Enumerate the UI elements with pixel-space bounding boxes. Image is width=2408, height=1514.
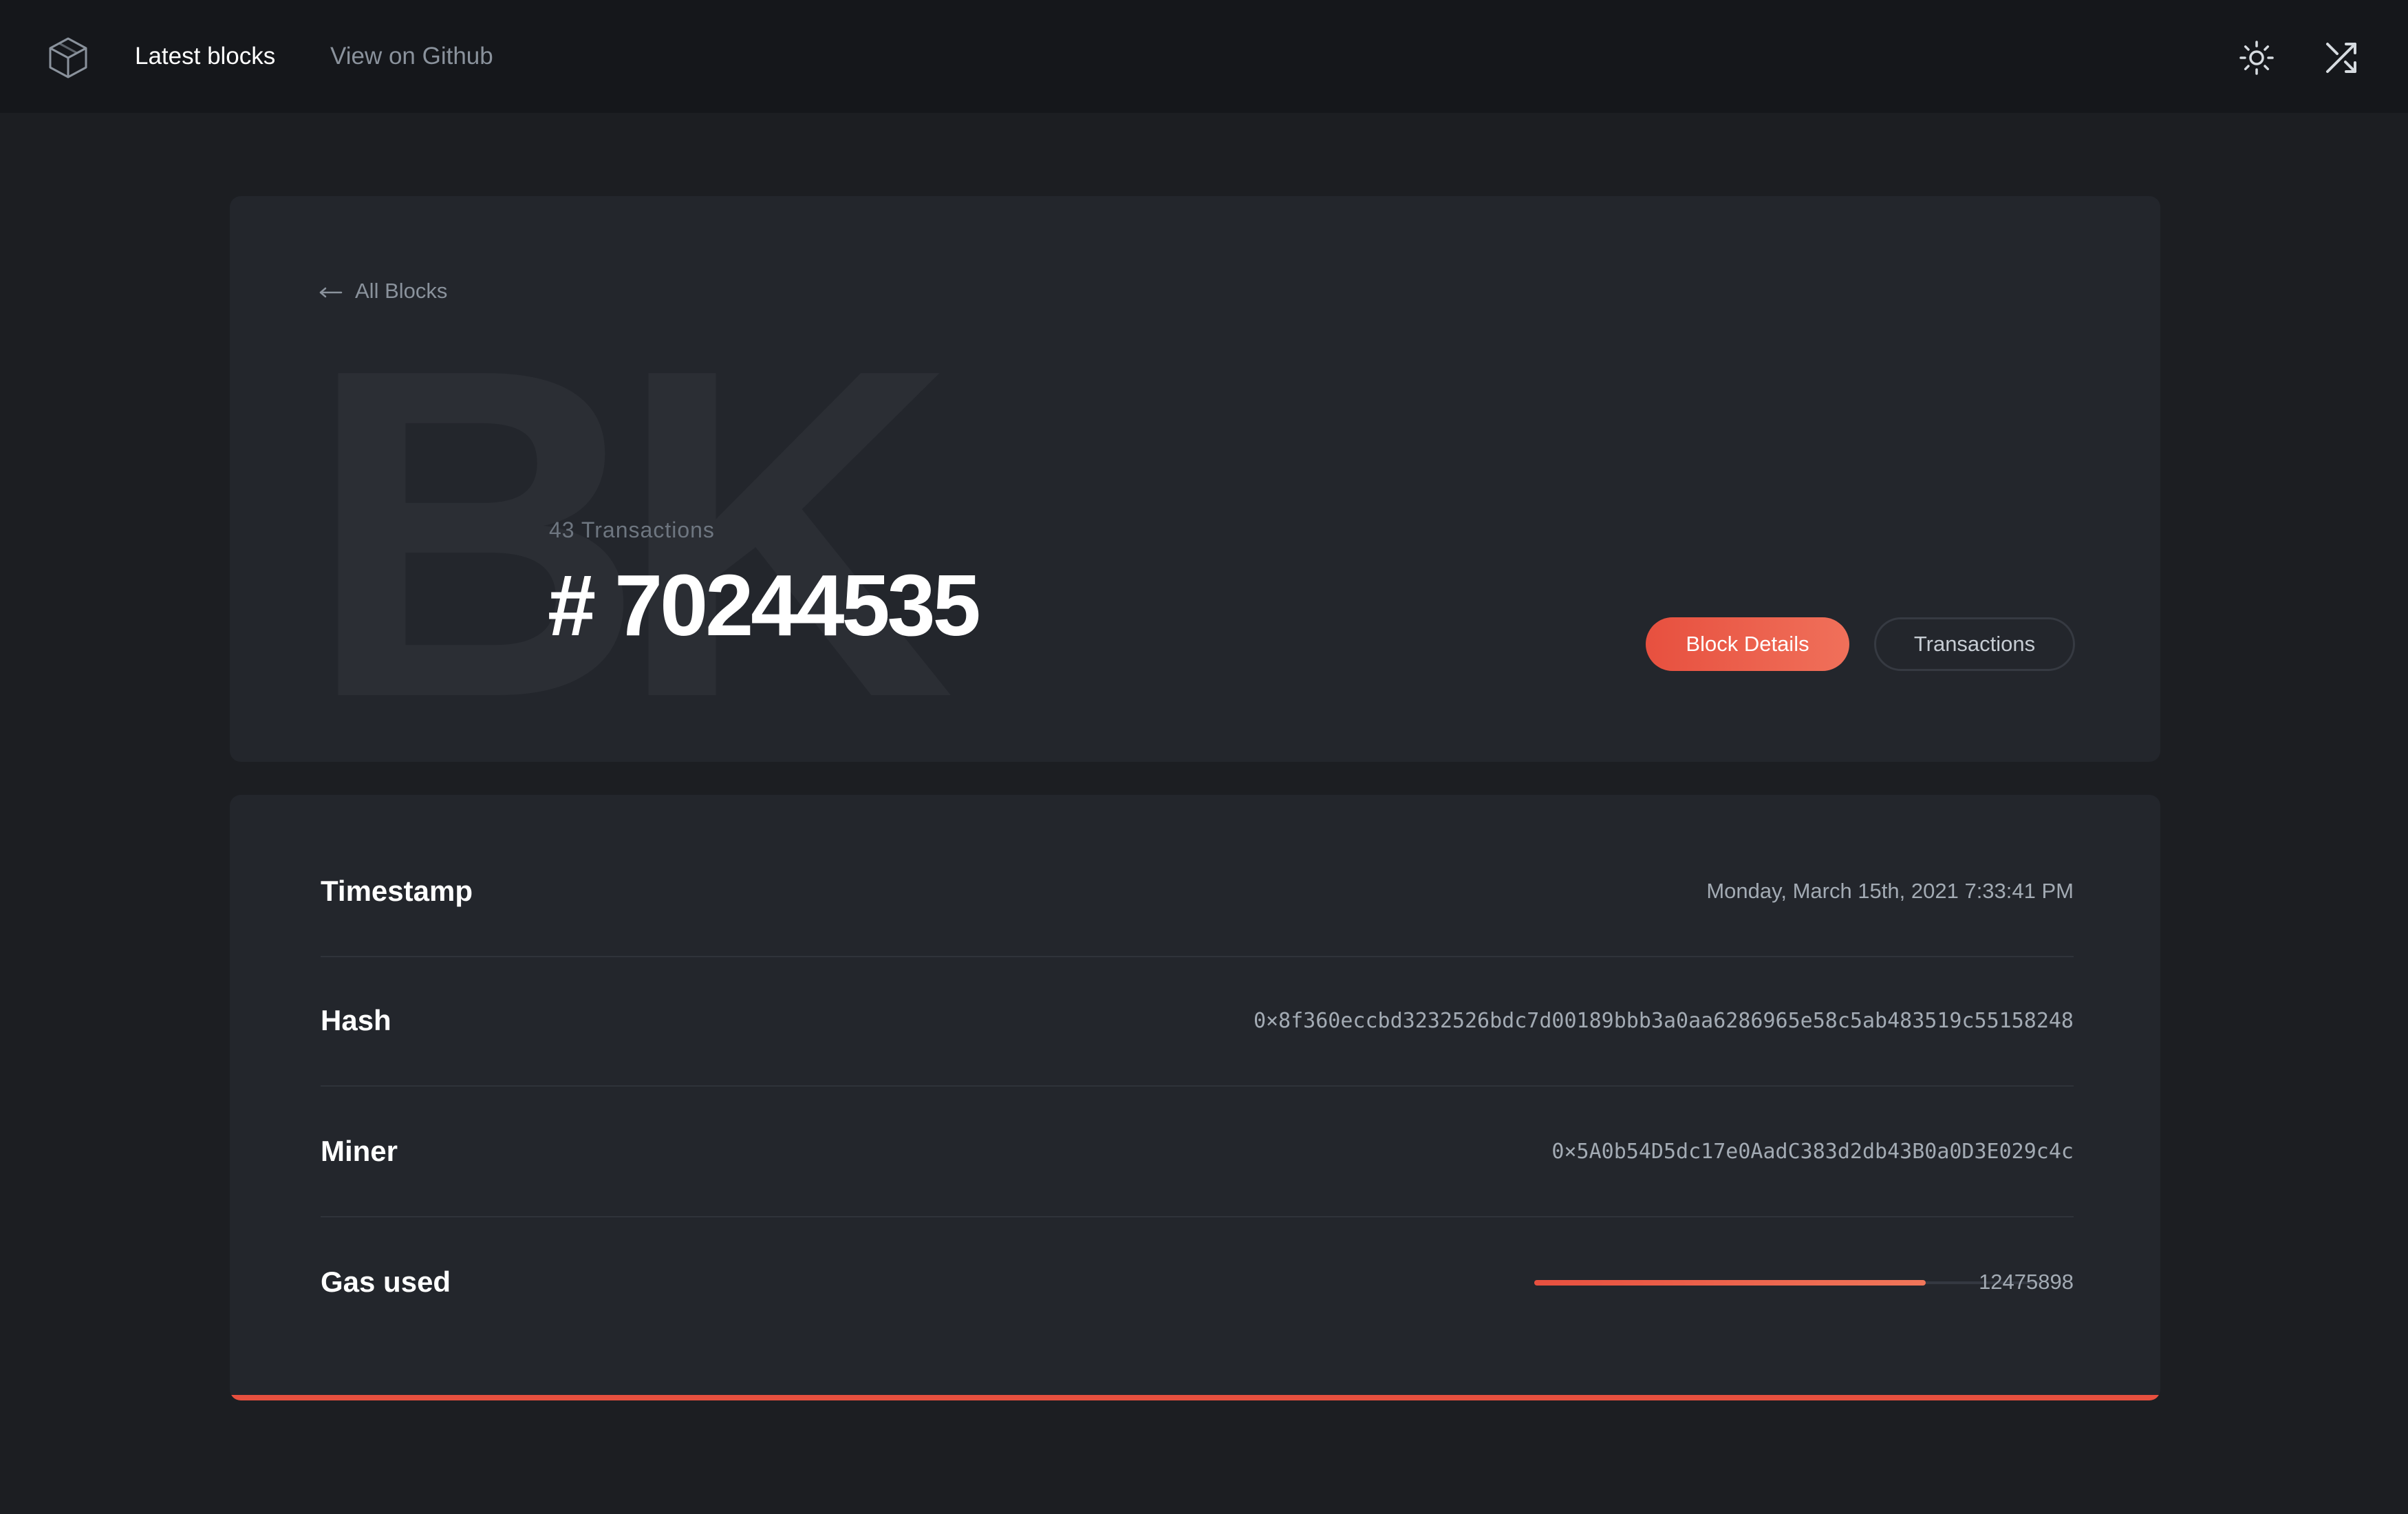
hash-value: 0×8f360eccbd3232526bdc7d00189bbb3a0aa628… [1253,1008,2074,1033]
timestamp-row: Timestamp Monday, March 15th, 2021 7:33:… [321,827,2074,957]
gas-used-progress-bar [1534,1280,2039,1286]
gas-used-label: Gas used [321,1266,451,1298]
transactions-count: 43 Transactions [549,518,715,542]
timestamp-label: Timestamp [321,875,473,907]
card-accent-bar [231,1395,2159,1400]
nav-latest-blocks[interactable]: Latest blocks [135,41,275,72]
shuffle-icon[interactable] [2321,37,2362,78]
nav-view-on-github[interactable]: View on Github [330,41,493,72]
gas-used-row: Gas used 12475898 [321,1217,2074,1347]
all-blocks-label: All Blocks [355,279,448,303]
arrow-left-icon [319,277,343,305]
timestamp-value: Monday, March 15th, 2021 7:33:41 PM [1706,879,2074,903]
tab-block-details[interactable]: Block Details [1646,617,1849,671]
top-nav: Latest blocks View on Github [0,0,2408,113]
miner-row: Miner 0×5A0b54D5dc17e0AadC383d2db43B0a0D… [321,1087,2074,1217]
miner-value: 0×5A0b54D5dc17e0AadC383d2db43B0a0D3E029c… [1551,1139,2074,1164]
all-blocks-link[interactable]: All Blocks [319,277,447,305]
cube-logo-icon[interactable] [48,36,88,79]
hash-row: Hash 0×8f360eccbd3232526bdc7d00189bbb3a0… [321,956,2074,1087]
miner-label: Miner [321,1135,398,1167]
page-title: # 70244535 [548,557,981,654]
block-header-card: BK All Blocks 43 Transactions # 70244535… [230,196,2160,762]
gas-used-progress-fill [1534,1280,1926,1286]
hash-label: Hash [321,1004,391,1036]
tab-transactions[interactable]: Transactions [1874,617,2075,671]
sun-icon[interactable] [2236,37,2277,78]
block-details-card: Timestamp Monday, March 15th, 2021 7:33:… [230,795,2160,1400]
gas-used-value: 12475898 [1979,1270,2074,1294]
